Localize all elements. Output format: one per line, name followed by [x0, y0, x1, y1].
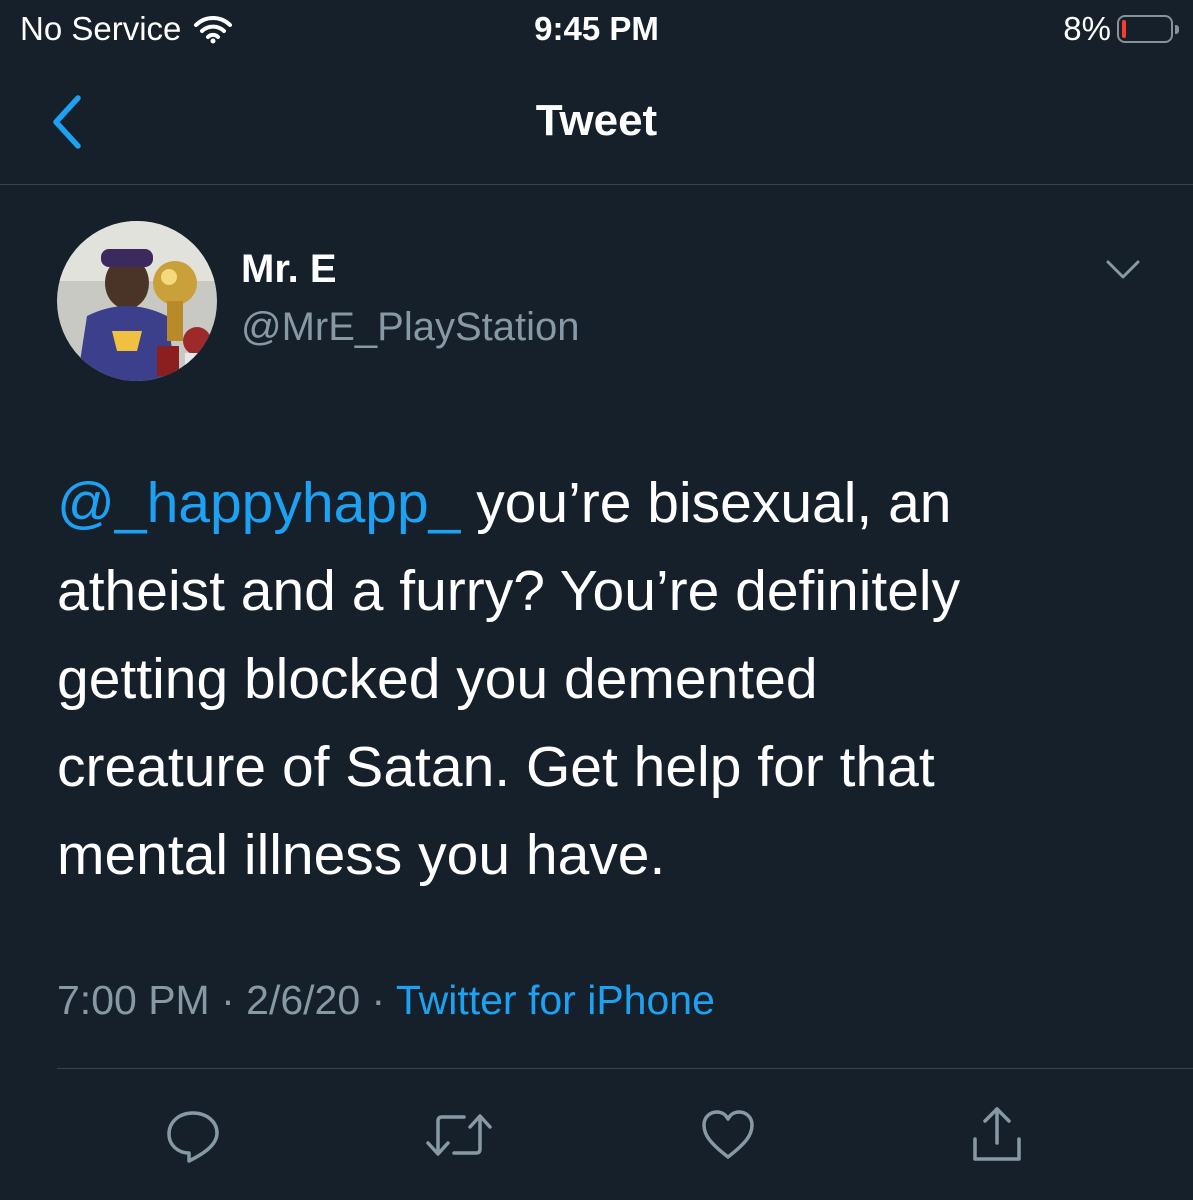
tweet-line: atheist and a furry? You’re definitely — [57, 559, 961, 623]
meta-separator: · — [209, 977, 247, 1023]
status-bar-battery: 8% — [1063, 10, 1179, 48]
tweet-source-link[interactable]: Twitter for iPhone — [396, 977, 715, 1023]
tweet-line: creature of Satan. Get help for that — [57, 735, 935, 799]
more-options-button[interactable] — [1100, 250, 1146, 290]
status-bar-time: 9:45 PM — [534, 10, 659, 47]
tweet-line-text: you’re bisexual, an — [460, 471, 952, 535]
reply-icon — [167, 1111, 219, 1163]
like-button[interactable] — [693, 1100, 763, 1170]
author-handle[interactable]: @MrE_PlayStation — [241, 305, 580, 350]
page-title: Tweet — [535, 96, 658, 145]
battery-icon — [1117, 15, 1179, 43]
tweet-date: 2/6/20 — [246, 977, 361, 1023]
reply-button[interactable] — [158, 1100, 228, 1170]
mention-link[interactable]: @_happyhapp_ — [57, 471, 460, 535]
tweet-line: getting blocked you demented — [57, 647, 818, 711]
tweet-meta: 7:00 PM · 2/6/20 · Twitter for iPhone — [57, 977, 715, 1024]
heart-icon — [702, 1110, 754, 1159]
avatar-image — [57, 221, 217, 381]
tweet-line: mental illness you have. — [57, 823, 666, 887]
chevron-down-icon — [1106, 260, 1140, 279]
battery-percent: 8% — [1063, 10, 1111, 47]
author-name[interactable]: Mr. E — [241, 247, 337, 292]
retweet-icon — [426, 1114, 492, 1156]
tweet-time: 7:00 PM — [57, 977, 210, 1023]
retweet-button[interactable] — [424, 1100, 494, 1170]
tweet-line: @_happyhapp_ you’re bisexual, an — [57, 459, 1137, 547]
nav-divider — [0, 184, 1193, 185]
share-icon — [973, 1107, 1021, 1161]
meta-divider — [57, 1068, 1193, 1069]
share-button[interactable] — [962, 1100, 1032, 1170]
avatar[interactable] — [57, 221, 217, 381]
meta-separator: · — [360, 977, 396, 1023]
battery-level-fill — [1122, 20, 1126, 38]
tweet-text: @_happyhapp_ you’re bisexual, an atheist… — [57, 459, 1137, 899]
